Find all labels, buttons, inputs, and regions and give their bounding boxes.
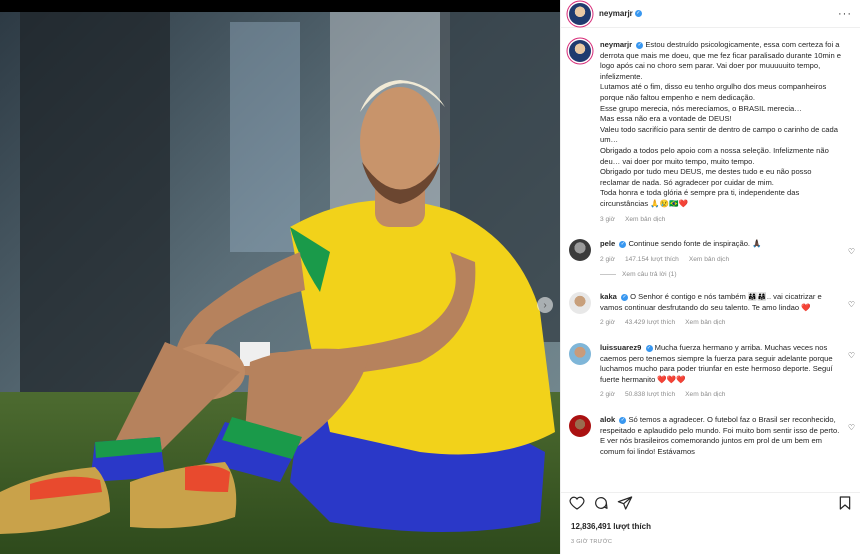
translate-link[interactable]: Xem bản dịch <box>689 255 729 266</box>
comment-likes[interactable]: 43.429 lượt thích <box>625 318 675 329</box>
comment-body: luissuarez9 ✓ Mucha fuerza hermano y arr… <box>600 343 853 401</box>
comment-time: 2 giờ <box>600 391 615 399</box>
comment-text: Continue sendo fonte de inspiração. 🙏🏿 <box>628 239 762 249</box>
post-image: › <box>0 12 560 554</box>
verified-badge-icon: ✓ <box>634 10 642 17</box>
verified-badge-icon: ✓ <box>619 240 627 248</box>
photo-neymar-seated <box>0 12 560 554</box>
comment-icon[interactable] <box>593 495 609 511</box>
comment-time: 2 giờ <box>600 319 615 327</box>
post-timestamp: 3 GIỜ TRƯỚC <box>571 539 613 545</box>
translate-link[interactable]: Xem bản dịch <box>685 318 725 329</box>
caption-author[interactable]: neymarjr <box>600 40 632 49</box>
caption-body: neymarjr ✓ Estou destruído psicologicame… <box>600 40 853 225</box>
next-image-button[interactable]: › <box>537 297 553 313</box>
bookmark-icon[interactable] <box>837 495 853 511</box>
post-header: neymarjr ✓ ··· <box>561 0 860 28</box>
post-details-panel: neymarjr ✓ ··· neymarjr ✓ Estou destruíd… <box>560 0 860 554</box>
likes-count[interactable]: 12,836,491 lượt thích <box>571 522 651 531</box>
verified-badge-icon: ✓ <box>645 344 653 352</box>
comment-item: kaka ✓ O Senhor é contigo e nós também 👨… <box>561 292 860 329</box>
avatar[interactable] <box>569 2 591 25</box>
avatar[interactable] <box>569 239 591 262</box>
heart-icon[interactable]: ♡ <box>848 351 855 360</box>
comment-meta: 2 giờ 147.154 lượt thích Xem bản dịch <box>600 255 843 266</box>
comment-username[interactable]: pele <box>600 239 615 248</box>
comment-likes[interactable]: 50.838 lượt thích <box>625 390 675 401</box>
comment-body: alok ✓ Só temos a agradecer. O futebol f… <box>600 415 853 457</box>
comment-likes[interactable]: 147.154 lượt thích <box>625 255 679 266</box>
avatar[interactable] <box>569 343 591 366</box>
comment-item: pele ✓ Continue sendo fonte de inspiraçã… <box>561 239 860 265</box>
caption-time: 3 giờ <box>600 215 615 223</box>
translate-link[interactable]: Xem bản dịch <box>625 215 665 226</box>
comment-username[interactable]: alok <box>600 415 615 424</box>
caption-text: Estou destruído psicologicamente, essa c… <box>600 40 842 208</box>
share-icon[interactable] <box>617 495 633 511</box>
instagram-post-modal: › neymarjr ✓ ··· neymarjr ✓ Estou destru… <box>0 0 860 554</box>
avatar[interactable] <box>569 292 591 315</box>
view-replies-link[interactable]: Xem câu trả lời (1) <box>600 271 860 278</box>
avatar[interactable] <box>569 40 591 62</box>
comment-body: pele ✓ Continue sendo fonte de inspiraçã… <box>600 239 853 265</box>
verified-badge-icon: ✓ <box>636 41 644 49</box>
comment-text: O Senhor é contigo e nós também 👨‍👩‍👧👨‍👩… <box>600 292 822 312</box>
comment-item: alok ✓ Só temos a agradecer. O futebol f… <box>561 415 860 457</box>
chevron-right-icon: › <box>543 299 547 311</box>
comment-text: Só temos a agradecer. O futebol faz o Br… <box>600 415 840 456</box>
view-replies-label: Xem câu trả lời (1) <box>622 271 677 279</box>
translate-link[interactable]: Xem bản dịch <box>685 390 725 401</box>
comment-time: 2 giờ <box>600 255 615 263</box>
avatar[interactable] <box>569 415 591 438</box>
caption: neymarjr ✓ Estou destruído psicologicame… <box>561 36 860 225</box>
post-actions-bar <box>561 492 860 512</box>
heart-icon[interactable]: ♡ <box>848 247 855 256</box>
verified-badge-icon: ✓ <box>621 293 629 301</box>
comment-username[interactable]: luissuarez9 <box>600 343 641 352</box>
caption-meta: 3 giờ Xem bản dịch <box>600 215 843 226</box>
heart-icon[interactable]: ♡ <box>848 300 855 309</box>
heart-icon[interactable] <box>569 495 585 511</box>
comment-username[interactable]: kaka <box>600 292 617 301</box>
heart-icon[interactable]: ♡ <box>848 423 855 432</box>
comment-item: luissuarez9 ✓ Mucha fuerza hermano y arr… <box>561 343 860 401</box>
more-options-icon[interactable]: ··· <box>838 8 852 20</box>
comment-meta: 2 giờ 43.429 lượt thích Xem bản dịch <box>600 318 843 329</box>
verified-badge-icon: ✓ <box>619 416 627 424</box>
comments-scroll-area[interactable]: neymarjr ✓ Estou destruído psicologicame… <box>561 36 860 488</box>
comment-meta: 2 giờ 50.838 lượt thích Xem bản dịch <box>600 390 843 401</box>
comment-body: kaka ✓ O Senhor é contigo e nós também 👨… <box>600 292 853 329</box>
post-author-username[interactable]: neymarjr <box>599 9 633 18</box>
